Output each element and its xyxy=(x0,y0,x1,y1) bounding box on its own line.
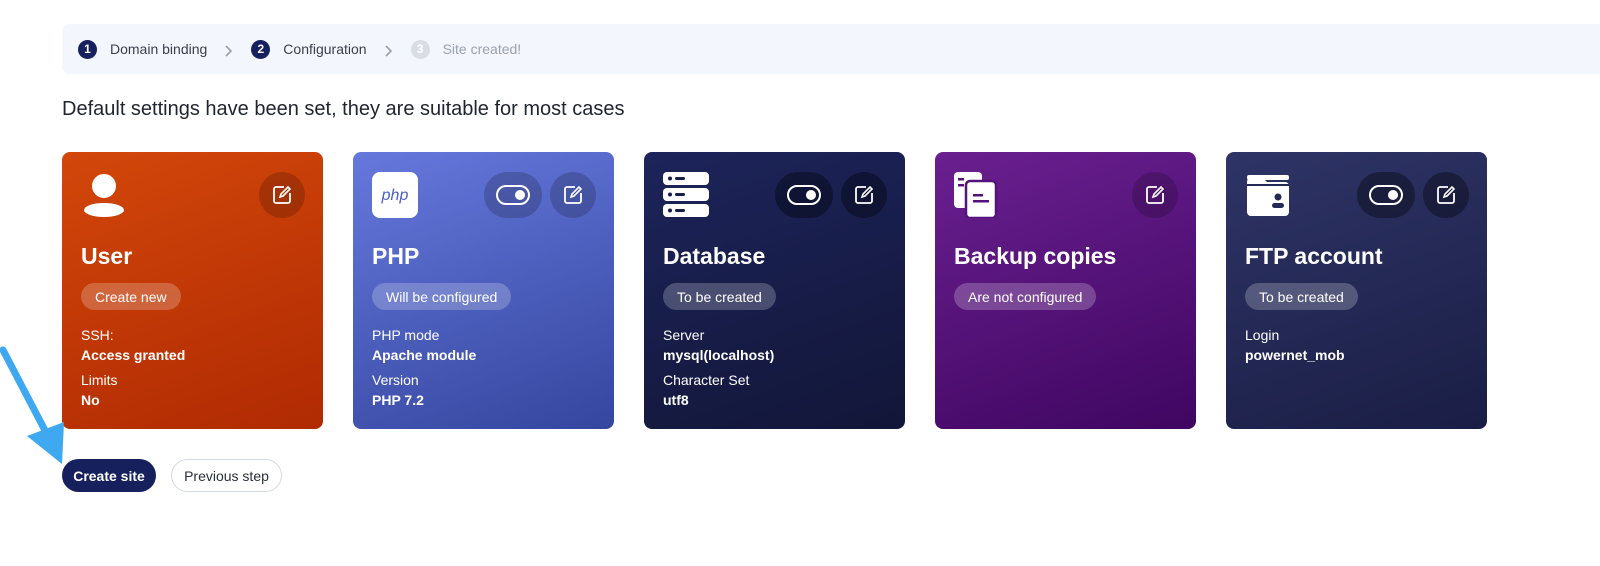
backup-card: Backup copies Are not configured xyxy=(935,152,1196,429)
field-label: PHP mode xyxy=(372,327,440,343)
card-title: FTP account xyxy=(1245,243,1383,269)
step-label: Domain binding xyxy=(110,41,208,57)
card-title: PHP xyxy=(372,243,420,269)
field-label: Login xyxy=(1245,327,1280,343)
step-site-created: 3 Site created! xyxy=(410,39,522,59)
edit-icon xyxy=(273,185,292,204)
edit-icon xyxy=(564,185,583,204)
settings-cards: User Create new SSH: Access granted Limi… xyxy=(62,152,1487,429)
field-value: utf8 xyxy=(663,392,689,408)
card-title: Backup copies xyxy=(954,243,1117,269)
card-info: SSH: Access granted Limits No xyxy=(81,325,185,415)
edit-ftp-button[interactable] xyxy=(1423,172,1469,218)
ftp-folder-icon xyxy=(1247,175,1289,216)
edit-icon xyxy=(1146,185,1165,204)
card-info: Server mysql(localhost) Character Set ut… xyxy=(663,325,774,415)
backup-icon xyxy=(954,172,998,218)
status-badge: Create new xyxy=(81,283,181,310)
chevron-right-icon xyxy=(224,40,234,58)
page: 1 Domain binding 2 Configuration 3 Site … xyxy=(0,0,1600,566)
field-value: powernet_mob xyxy=(1245,347,1345,363)
status-badge: To be created xyxy=(1245,283,1358,310)
chevron-right-icon xyxy=(384,40,394,58)
php-toggle[interactable] xyxy=(484,172,542,218)
page-subtitle: Default settings have been set, they are… xyxy=(62,98,625,120)
step-label: Configuration xyxy=(283,41,367,57)
ftp-toggle[interactable] xyxy=(1357,172,1415,218)
step-number: 3 xyxy=(410,39,430,59)
database-toggle[interactable] xyxy=(775,172,833,218)
previous-step-button[interactable]: Previous step xyxy=(171,459,282,492)
edit-php-button[interactable] xyxy=(550,172,596,218)
status-badge: Are not configured xyxy=(954,283,1097,310)
step-domain-binding[interactable]: 1 Domain binding xyxy=(78,39,208,59)
php-icon-text: php xyxy=(381,187,409,204)
edit-icon xyxy=(855,185,874,204)
step-label: Site created! xyxy=(442,41,522,57)
card-title: User xyxy=(81,243,133,269)
field-label: SSH: xyxy=(81,327,114,343)
field-label: Version xyxy=(372,372,419,388)
toggle-switch[interactable] xyxy=(496,185,530,205)
php-icon: php xyxy=(372,172,418,218)
card-title: Database xyxy=(663,243,766,269)
toggle-switch[interactable] xyxy=(787,185,821,205)
annotation-arrow-icon xyxy=(0,346,64,464)
edit-database-button[interactable] xyxy=(841,172,887,218)
card-info: PHP mode Apache module Version PHP 7.2 xyxy=(372,325,476,415)
field-value: Access granted xyxy=(81,347,186,363)
field-value: No xyxy=(81,392,100,408)
step-number: 1 xyxy=(78,39,97,59)
field-label: Character Set xyxy=(663,372,750,388)
user-card: User Create new SSH: Access granted Limi… xyxy=(62,152,323,429)
status-badge: To be created xyxy=(663,283,776,310)
field-label: Server xyxy=(663,327,705,343)
edit-user-button[interactable] xyxy=(259,172,305,218)
field-value: mysql(localhost) xyxy=(663,347,775,363)
edit-backup-button[interactable] xyxy=(1132,172,1178,218)
step-configuration[interactable]: 2 Configuration xyxy=(251,39,367,59)
stepper: 1 Domain binding 2 Configuration 3 Site … xyxy=(62,24,1600,74)
field-value: PHP 7.2 xyxy=(372,392,424,408)
user-icon xyxy=(84,174,124,217)
database-icon xyxy=(663,172,709,217)
ftp-card: FTP account To be created Login powernet… xyxy=(1226,152,1487,429)
field-label: Limits xyxy=(81,372,118,388)
create-site-button[interactable]: Create site xyxy=(62,459,156,492)
status-badge: Will be configured xyxy=(372,283,512,310)
card-info: Login powernet_mob xyxy=(1245,325,1345,370)
edit-icon xyxy=(1437,185,1456,204)
php-card: php PHP Will be configured PHP mode Apac… xyxy=(353,152,614,429)
database-card: Database To be created Server mysql(loca… xyxy=(644,152,905,429)
step-number: 2 xyxy=(251,39,271,59)
field-value: Apache module xyxy=(372,347,477,363)
toggle-switch[interactable] xyxy=(1369,185,1403,205)
